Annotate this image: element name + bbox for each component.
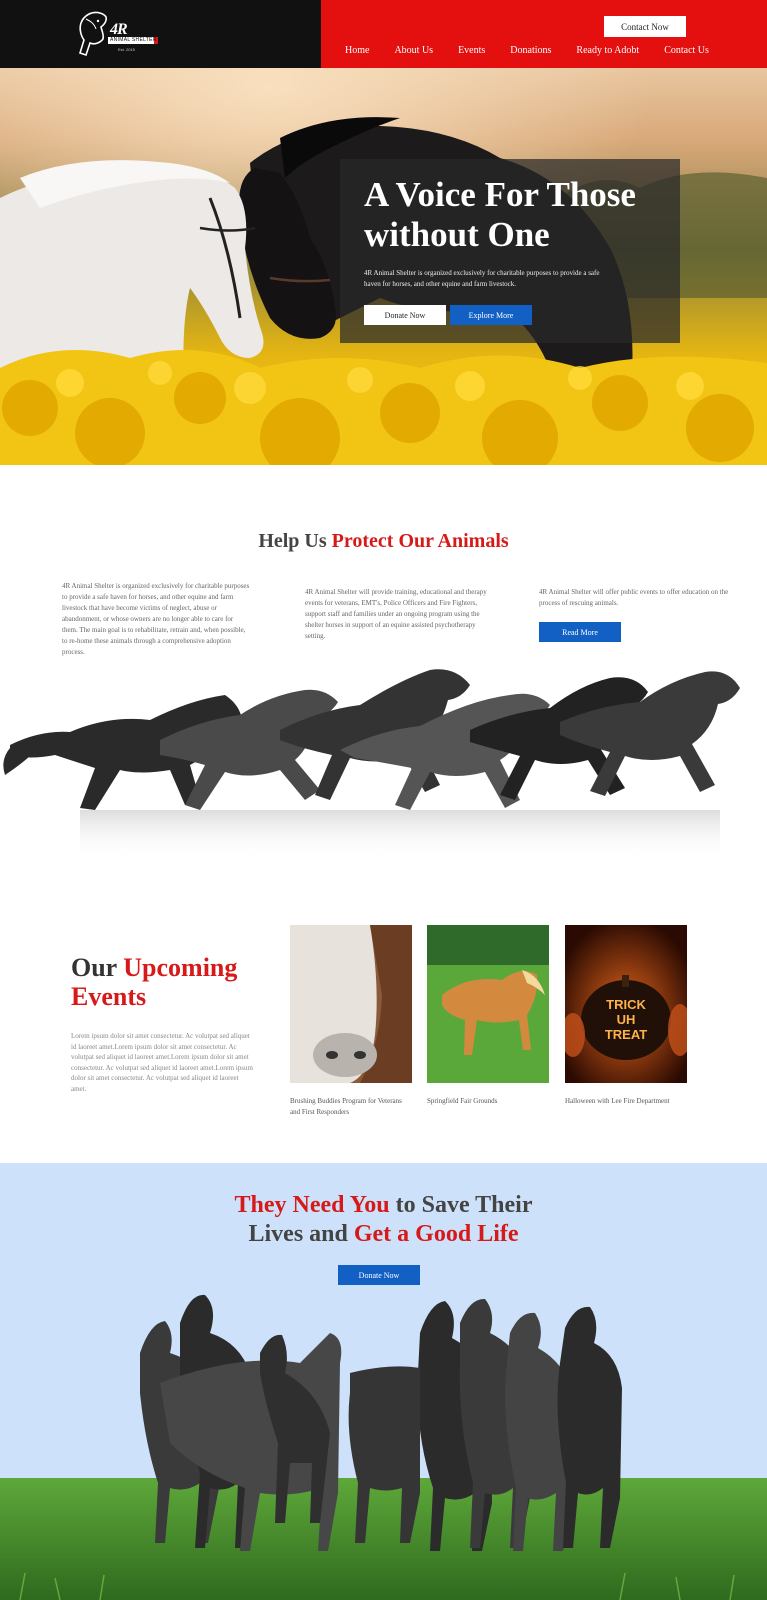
- hero-banner: A Voice For Those without One 4R Animal …: [0, 68, 767, 465]
- donate-cta-section: They Need You to Save Their Lives and Ge…: [0, 1163, 767, 1600]
- help-column-3: 4R Animal Shelter will offer public even…: [539, 588, 729, 607]
- event-card-brushing-buddies[interactable]: Brushing Buddies Program for Veterans an…: [290, 925, 412, 1118]
- events-section-title: Our Upcoming Events: [71, 953, 237, 1011]
- site-header: 4R ANIMAL SHELTER Est. 2015 Contact Now …: [0, 0, 767, 68]
- nav-ready-to-adopt[interactable]: Ready to Adobt: [576, 45, 639, 56]
- nav-events[interactable]: Events: [458, 45, 485, 56]
- help-column-1: 4R Animal Shelter is organized exclusive…: [62, 582, 250, 656]
- logo-est: Est. 2015: [118, 47, 135, 52]
- header-logo-area: 4R ANIMAL SHELTER Est. 2015: [0, 0, 321, 68]
- donate-cta-title: They Need You to Save Their Lives and Ge…: [0, 1191, 767, 1249]
- nav-contact-us[interactable]: Contact Us: [664, 45, 709, 56]
- hero-explore-more-button[interactable]: Explore More: [450, 305, 532, 325]
- event-card-halloween[interactable]: TRICK UH TREAT Halloween with Lee Fire D…: [561, 925, 692, 1107]
- pumpkin-image: TRICK UH TREAT: [561, 925, 692, 1083]
- events-title-highlight-1: Upcoming: [123, 953, 238, 982]
- header-nav-area: Contact Now Home About Us Events Donatio…: [321, 0, 767, 68]
- cta-donate-now-button[interactable]: Donate Now: [338, 1265, 420, 1285]
- contact-now-button[interactable]: Contact Now: [604, 16, 686, 37]
- horse-head-icon: [79, 11, 107, 57]
- hero-title: A Voice For Those without One: [364, 175, 636, 254]
- nav-donations[interactable]: Donations: [510, 45, 551, 56]
- event-caption: Brushing Buddies Program for Veterans an…: [290, 1097, 402, 1116]
- events-title-plain: Our: [71, 953, 124, 982]
- nav-home[interactable]: Home: [345, 45, 369, 56]
- horse-closeup-image: [290, 925, 412, 1083]
- nav-about-us[interactable]: About Us: [394, 45, 433, 56]
- cta-highlight-1: They Need You: [234, 1192, 390, 1218]
- cta-plain-1: to Save Their: [389, 1192, 533, 1218]
- help-title-highlight: Protect Our Animals: [331, 530, 509, 552]
- horse-grazing-image: [427, 925, 549, 1083]
- hero-overlay-box: A Voice For Those without One 4R Animal …: [340, 159, 680, 343]
- pumpkin-carving-line-3: TREAT: [605, 1027, 647, 1042]
- hero-description: 4R Animal Shelter is organized exclusive…: [364, 269, 600, 288]
- events-description: Lorem ipsum dolor sit amet consectetur. …: [71, 1032, 253, 1093]
- hero-donate-now-button[interactable]: Donate Now: [364, 305, 446, 325]
- read-more-button[interactable]: Read More: [539, 622, 621, 642]
- event-card-springfield-fair[interactable]: Springfield Fair Grounds: [427, 925, 549, 1107]
- site-logo[interactable]: 4R ANIMAL SHELTER Est. 2015: [74, 9, 162, 59]
- help-column-2: 4R Animal Shelter will provide training,…: [305, 588, 487, 640]
- events-title-highlight-2: Events: [71, 982, 147, 1011]
- horse-herd-image: [0, 1294, 767, 1600]
- event-caption: Halloween with Lee Fire Department: [565, 1097, 670, 1105]
- cta-plain-2: Lives and: [248, 1221, 354, 1247]
- event-caption: Springfield Fair Grounds: [427, 1097, 498, 1105]
- cta-highlight-2: Get a Good Life: [353, 1221, 519, 1247]
- main-nav: Home About Us Events Donations Ready to …: [345, 45, 734, 56]
- help-section-title: Help Us Protect Our Animals: [0, 530, 767, 553]
- running-horses-image: [3, 669, 740, 860]
- pumpkin-carving-line-1: TRICK: [606, 997, 646, 1012]
- logo-name: ANIMAL SHELTER: [110, 37, 157, 43]
- pumpkin-carving-line-2: UH: [617, 1012, 636, 1027]
- help-title-plain: Help Us: [258, 530, 332, 552]
